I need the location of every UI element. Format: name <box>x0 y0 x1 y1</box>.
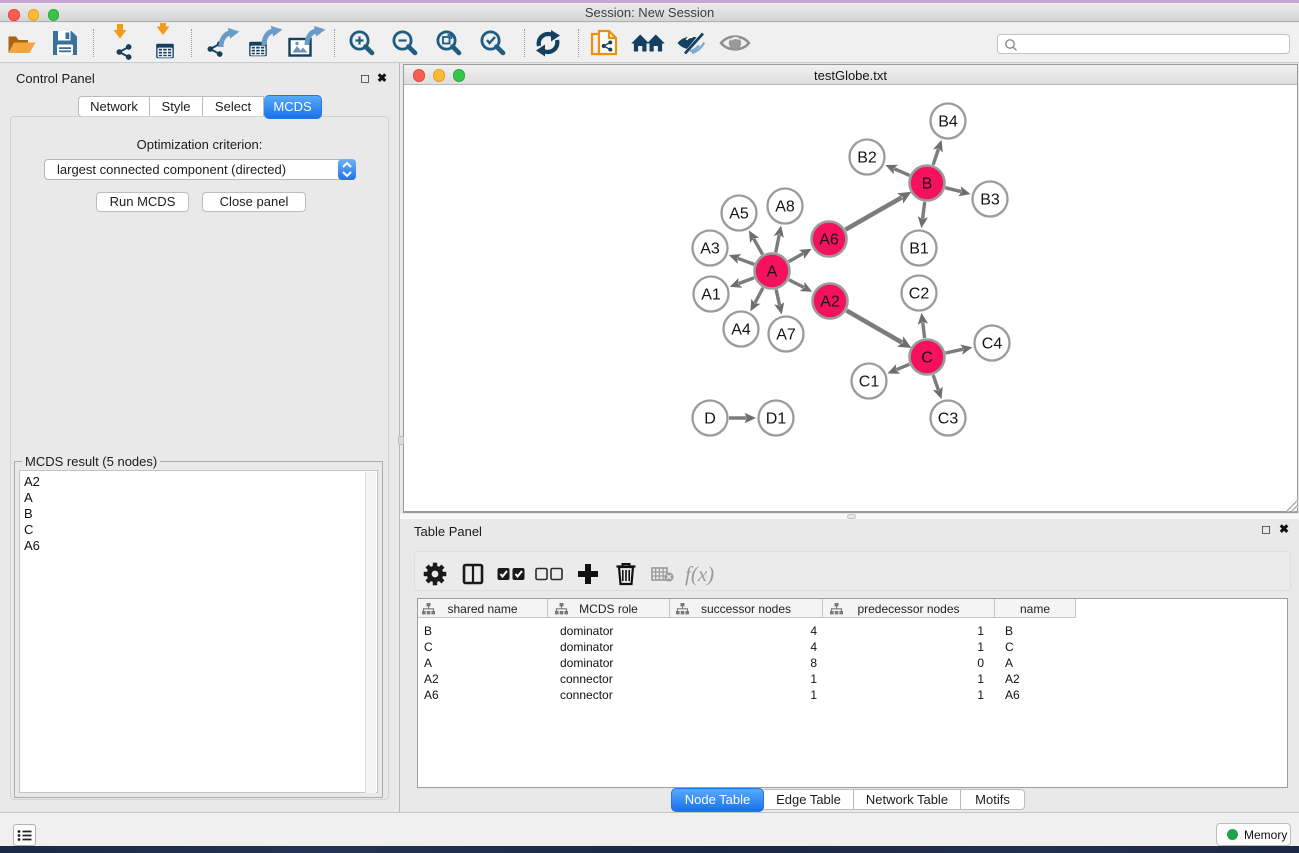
svg-text:B3: B3 <box>980 192 1000 209</box>
svg-text:A8: A8 <box>775 199 795 216</box>
svg-text:A6: A6 <box>819 232 839 249</box>
svg-text:B: B <box>922 176 933 193</box>
svg-text:A: A <box>767 264 778 281</box>
svg-text:C3: C3 <box>938 411 959 428</box>
svg-text:f(x): f(x) <box>685 562 714 586</box>
svg-text:C1: C1 <box>859 374 880 391</box>
svg-text:A5: A5 <box>729 206 749 223</box>
svg-text:C: C <box>921 350 933 367</box>
svg-text:A7: A7 <box>776 327 796 344</box>
svg-text:B4: B4 <box>938 114 958 131</box>
svg-text:A3: A3 <box>700 241 720 258</box>
svg-text:A4: A4 <box>731 322 751 339</box>
svg-text:D1: D1 <box>766 411 787 428</box>
svg-text:C4: C4 <box>982 336 1003 353</box>
svg-text:A1: A1 <box>701 287 721 304</box>
svg-text:B2: B2 <box>857 150 877 167</box>
svg-text:D: D <box>704 411 716 428</box>
svg-text:B1: B1 <box>909 241 929 258</box>
svg-text:A2: A2 <box>820 294 840 311</box>
svg-text:C2: C2 <box>909 286 930 303</box>
